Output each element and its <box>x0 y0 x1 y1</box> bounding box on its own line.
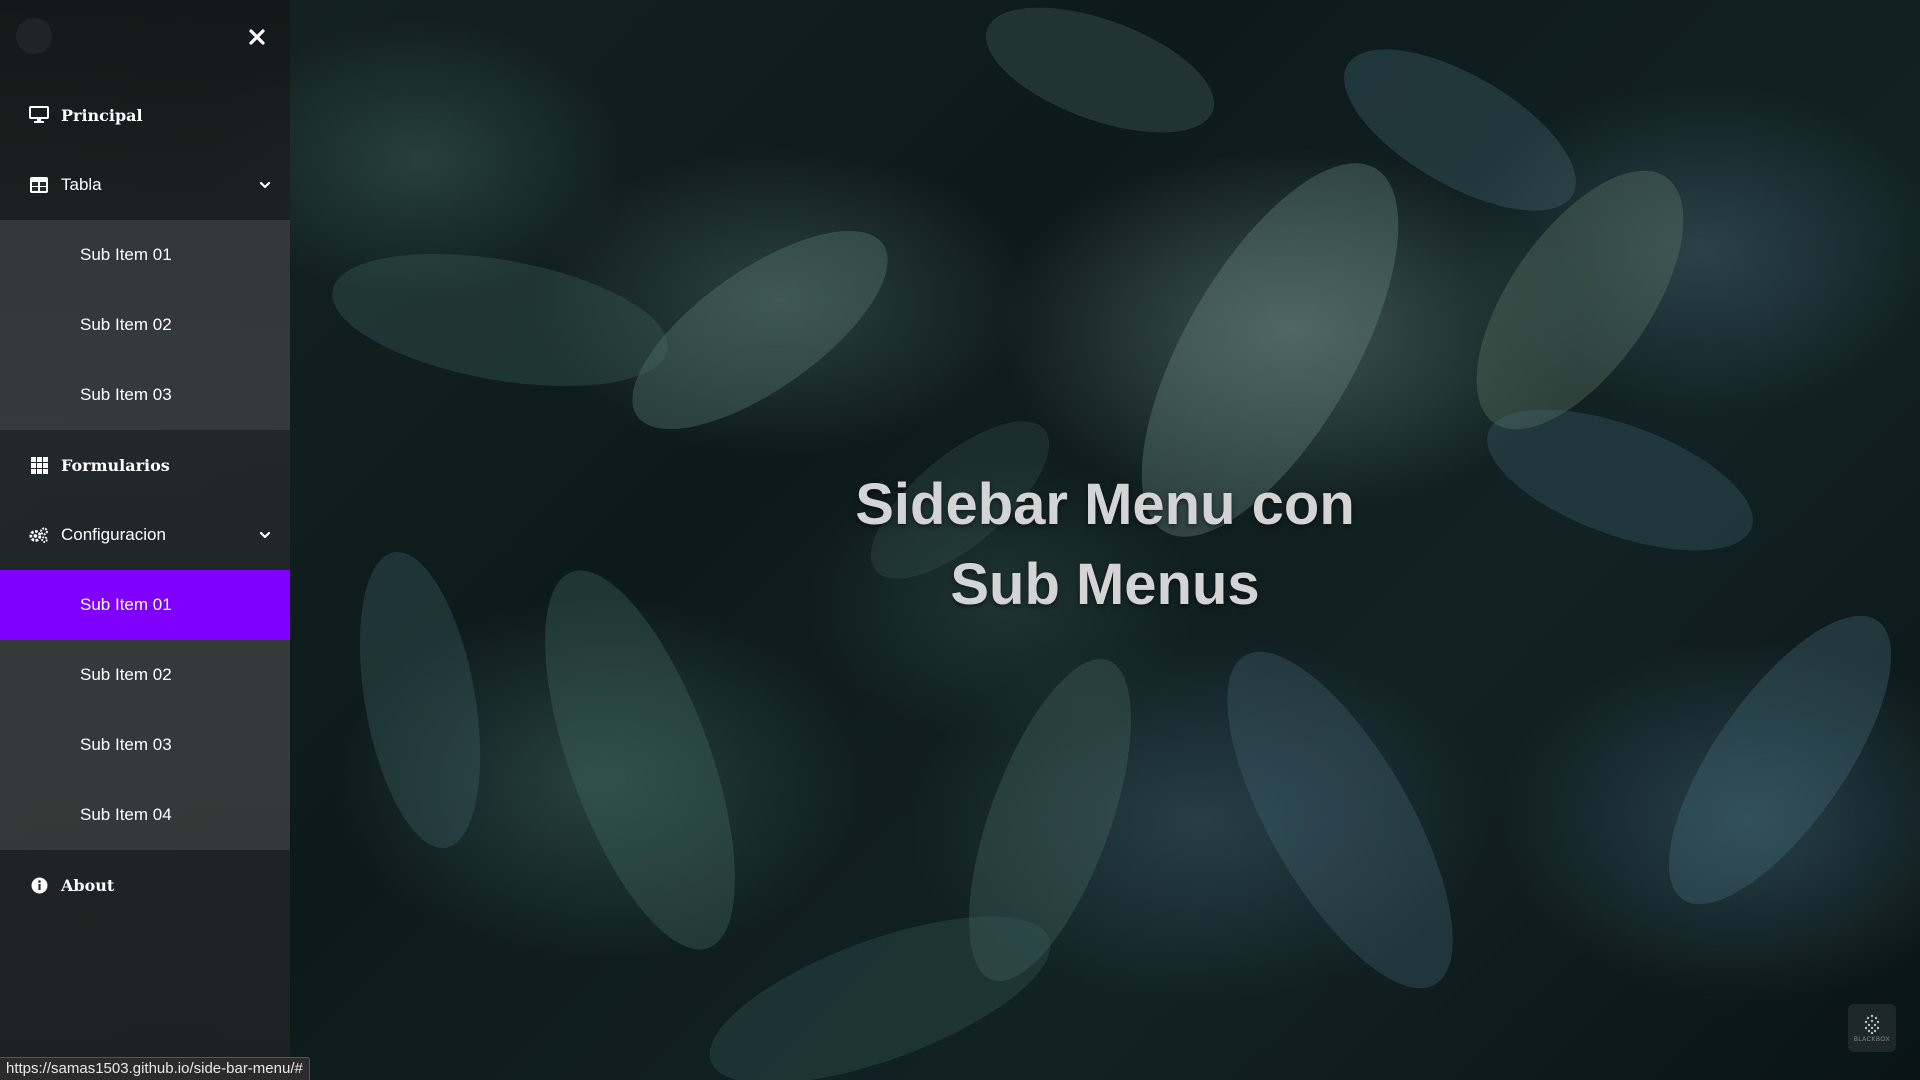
close-icon[interactable] <box>242 22 272 52</box>
cogs-icon <box>29 525 49 545</box>
sidebar-item-label: About <box>61 875 115 895</box>
submenu-item[interactable]: Sub Item 03 <box>0 710 290 780</box>
sidebar-item-label: Configuracion <box>61 525 166 544</box>
submenu-configuracion: Sub Item 01 Sub Item 02 Sub Item 03 Sub … <box>0 570 290 850</box>
sidebar-item-formularios[interactable]: Formularios <box>0 430 290 500</box>
submenu-tabla: Sub Item 01 Sub Item 02 Sub Item 03 <box>0 220 290 430</box>
hero-title: Sidebar Menu con Sub Menus <box>290 465 1920 625</box>
sidebar-item-tabla[interactable]: Tabla <box>0 150 290 220</box>
submenu-item[interactable]: Sub Item 02 <box>0 640 290 710</box>
hero-title-line2: Sub Menus <box>950 552 1260 617</box>
page: Sidebar Menu con Sub Menus Principal Tab… <box>0 0 1920 1080</box>
blackbox-badge[interactable]: BLACKBOX <box>1848 1004 1896 1052</box>
submenu-item[interactable]: Sub Item 04 <box>0 780 290 850</box>
submenu-item-active[interactable]: Sub Item 01 <box>0 570 290 640</box>
desktop-icon <box>29 105 49 125</box>
info-icon <box>29 875 49 895</box>
sidebar-item-label: Formularios <box>61 455 170 475</box>
chevron-down-icon <box>258 528 272 542</box>
hero-title-line1: Sidebar Menu con <box>855 472 1355 537</box>
table-icon <box>29 175 49 195</box>
submenu-item[interactable]: Sub Item 01 <box>0 220 290 290</box>
blackbox-label: BLACKBOX <box>1853 1037 1891 1043</box>
sidebar-header <box>0 0 290 80</box>
sidebar-item-label: Tabla <box>61 175 102 194</box>
sidebar-item-about[interactable]: About <box>0 850 290 920</box>
sidebar: Principal Tabla Sub Item 01 Sub Item 02 … <box>0 0 290 1080</box>
sidebar-item-configuracion[interactable]: Configuracion <box>0 500 290 570</box>
submenu-item[interactable]: Sub Item 03 <box>0 360 290 430</box>
grid-icon <box>29 455 49 475</box>
chevron-down-icon <box>258 178 272 192</box>
blackbox-icon <box>1864 1014 1880 1035</box>
sidebar-item-principal[interactable]: Principal <box>0 80 290 150</box>
status-bar-url: https://samas1503.github.io/side-bar-men… <box>0 1057 310 1080</box>
submenu-item[interactable]: Sub Item 02 <box>0 290 290 360</box>
sidebar-menu: Principal Tabla Sub Item 01 Sub Item 02 … <box>0 80 290 920</box>
sidebar-item-label: Principal <box>61 105 143 125</box>
logo <box>16 18 52 54</box>
